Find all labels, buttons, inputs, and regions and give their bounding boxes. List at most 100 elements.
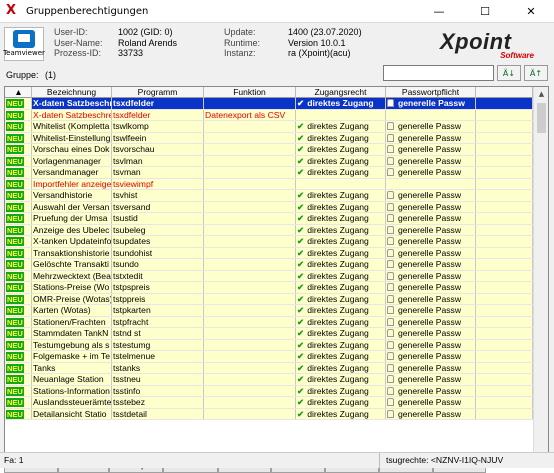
table-row[interactable]: NEU Karten (Wotas) tstpkarten ✔ direktes Zug… [5,305,533,317]
cell-programm[interactable]: tsxdfelder [112,109,204,120]
cell-bezeichnung[interactable]: Importfehler anzeige [32,178,112,189]
cell-passwortpflicht[interactable]: generelle Passw [386,236,476,247]
cell-programm[interactable]: tstanks [112,362,204,373]
cell-passwortpflicht[interactable]: generelle Passw [386,293,476,304]
cell-programm[interactable]: tswlfeein [112,132,204,143]
cell-passwortpflicht[interactable]: generelle Passw [386,282,476,293]
cell-bezeichnung[interactable]: Versandmanager [32,167,112,178]
cell-funktion[interactable] [204,316,296,327]
cell-bezeichnung[interactable]: Folgemaske + im Te [32,351,112,362]
cell-programm[interactable]: tswlkomp [112,121,204,132]
cell-zugangsrecht[interactable]: ✔ direktes Zugang [296,385,386,396]
cell-zugangsrecht[interactable]: ✔ direktes Zugang [296,190,386,201]
cell-zugangsrecht[interactable]: ✔ direktes Zugang [296,155,386,166]
cell-passwortpflicht[interactable]: generelle Passw [386,339,476,350]
cell-funktion[interactable] [204,293,296,304]
cell-funktion[interactable] [204,397,296,408]
cell-funktion[interactable]: Datenexport als CSV [204,109,296,120]
column-header-programm[interactable]: Programm [112,87,204,98]
cell-funktion[interactable] [204,155,296,166]
cell-programm[interactable]: tsundohist [112,247,204,258]
table-row[interactable]: NEU Versandhistorie tsvhist ✔ direktes Zugan… [5,190,533,202]
cell-zugangsrecht[interactable]: ✔ direktes Zugang [296,201,386,212]
cell-passwortpflicht[interactable]: generelle Passw [386,316,476,327]
cell-zugangsrecht[interactable]: ✔ direktes Zugang [296,408,386,419]
cell-bezeichnung[interactable]: Gelöschte Transakti [32,259,112,270]
vertical-scrollbar[interactable]: ▲ [533,87,548,453]
cell-passwortpflicht[interactable] [386,178,476,189]
cell-zugangsrecht[interactable]: ✔ direktes Zugang [296,167,386,178]
cell-zugangsrecht[interactable]: ✔ direktes Zugang [296,224,386,235]
cell-zugangsrecht[interactable] [296,178,386,189]
cell-programm[interactable]: tsvorschau [112,144,204,155]
cell-programm[interactable]: tstxtedit [112,270,204,281]
cell-bezeichnung[interactable]: Karten (Wotas) [32,305,112,316]
cell-passwortpflicht[interactable]: generelle Passw [386,121,476,132]
column-header-passwortpflicht[interactable]: Passwortpflicht [386,87,476,98]
cell-funktion[interactable] [204,98,296,109]
table-row[interactable]: NEU OMR-Preise (Wotas) tstppreis ✔ direktes … [5,293,533,305]
cell-programm[interactable]: tstpkarten [112,305,204,316]
table-row[interactable]: NEU Whitelist (Kompletta tswlkomp ✔ direktes… [5,121,533,133]
cell-programm[interactable]: tsstinfo [112,385,204,396]
close-button[interactable]: ✕ [508,0,554,22]
cell-zugangsrecht[interactable]: ✔ direktes Zugang [296,144,386,155]
cell-funktion[interactable] [204,339,296,350]
cell-passwortpflicht[interactable]: generelle Passw [386,167,476,178]
cell-programm[interactable]: tsxdfelder [112,98,204,109]
cell-bezeichnung[interactable]: Detailansicht Statio [32,408,112,419]
maximize-button[interactable]: ☐ [462,0,508,22]
cell-bezeichnung[interactable]: Mehrzwecktext (Bea [32,270,112,281]
table-row[interactable]: NEU Importfehler anzeige tsviewimpf [5,178,533,190]
cell-bezeichnung[interactable]: Versandhistorie [32,190,112,201]
table-row[interactable]: NEU Neuanlage Station tsstneu ✔ direktes Zug… [5,374,533,386]
cell-funktion[interactable] [204,190,296,201]
cell-programm[interactable]: tstelmenue [112,351,204,362]
cell-passwortpflicht[interactable]: generelle Passw [386,247,476,258]
table-row[interactable]: NEU Stations-Information tsstinfo ✔ direktes… [5,385,533,397]
column-header-sort[interactable]: ▲ [5,87,32,98]
cell-programm[interactable]: tstestumg [112,339,204,350]
search-input[interactable] [383,65,494,81]
cell-funktion[interactable] [204,144,296,155]
cell-zugangsrecht[interactable]: ✔ direktes Zugang [296,270,386,281]
cell-funktion[interactable] [204,385,296,396]
cell-zugangsrecht[interactable]: ✔ direktes Zugang [296,397,386,408]
cell-funktion[interactable] [204,213,296,224]
cell-bezeichnung[interactable]: Whitelist-Einstellung [32,132,112,143]
cell-programm[interactable]: tsvman [112,167,204,178]
cell-programm[interactable]: tsvlman [112,155,204,166]
cell-programm[interactable]: tsstneu [112,374,204,385]
table-row[interactable]: NEU Tanks tstanks ✔ direktes Zugang generelle… [5,362,533,374]
cell-programm[interactable]: tstpspreis [112,282,204,293]
cell-passwortpflicht[interactable]: generelle Passw [386,224,476,235]
cell-bezeichnung[interactable]: Tanks [32,362,112,373]
table-row[interactable]: NEU Whitelist-Einstellung tswlfeein ✔ direkt… [5,132,533,144]
cell-funktion[interactable] [204,305,296,316]
table-row[interactable]: NEU Stammdaten TankN tstnd st ✔ direktes Zug… [5,328,533,340]
cell-bezeichnung[interactable]: X-daten Satzbeschreib [32,109,112,120]
find-prev-button[interactable]: Ä↑ [524,65,548,81]
cell-bezeichnung[interactable]: Stations-Information [32,385,112,396]
cell-funktion[interactable] [204,259,296,270]
cell-passwortpflicht[interactable]: generelle Passw [386,362,476,373]
table-row[interactable]: NEU Testumgebung als s tstestumg ✔ direktes … [5,339,533,351]
table-row[interactable]: NEU Auslandssteuerämte tsstebez ✔ direktes Z… [5,397,533,409]
cell-funktion[interactable] [204,408,296,419]
table-row[interactable]: NEU Vorlagenmanager tsvlman ✔ direktes Zugan… [5,155,533,167]
cell-passwortpflicht[interactable]: generelle Passw [386,98,476,109]
cell-passwortpflicht[interactable]: generelle Passw [386,328,476,339]
cell-bezeichnung[interactable]: Transaktionshistorie [32,247,112,258]
cell-funktion[interactable] [204,282,296,293]
cell-passwortpflicht[interactable]: generelle Passw [386,144,476,155]
table-row[interactable]: NEU X-daten Satzbeschreib tsxdfelder Datene… [5,109,533,121]
cell-programm[interactable]: tsustid [112,213,204,224]
cell-zugangsrecht[interactable]: ✔ direktes Zugang [296,282,386,293]
cell-programm[interactable]: tsvhist [112,190,204,201]
cell-zugangsrecht[interactable]: ✔ direktes Zugang [296,259,386,270]
cell-passwortpflicht[interactable]: generelle Passw [386,305,476,316]
cell-bezeichnung[interactable]: OMR-Preise (Wotas) [32,293,112,304]
cell-funktion[interactable] [204,167,296,178]
cell-bezeichnung[interactable]: Testumgebung als s [32,339,112,350]
table-row[interactable]: NEU Versandmanager tsvman ✔ direktes Zugang g… [5,167,533,179]
